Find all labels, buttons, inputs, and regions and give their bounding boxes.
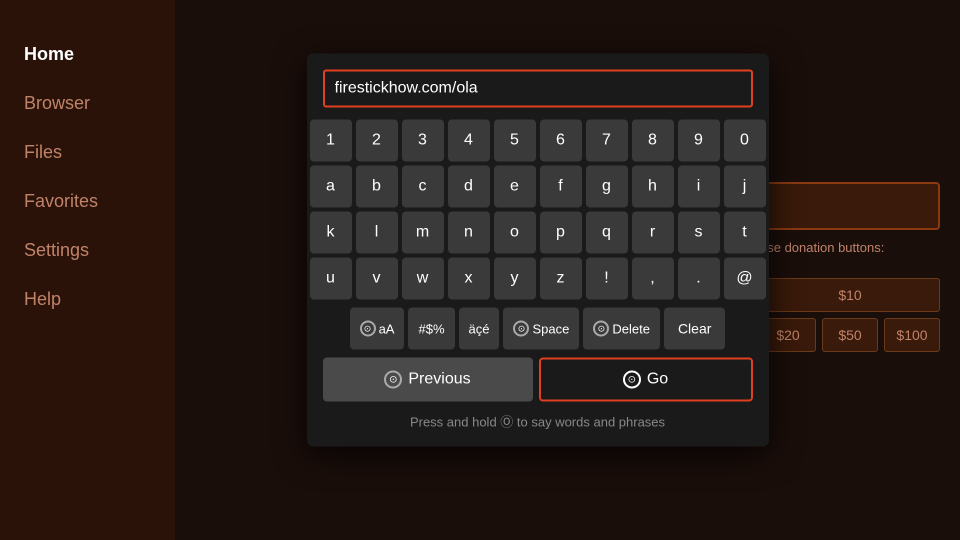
special-row: ⊙ aA #$% äçé ⊙ Space ⊙ Delete (323, 308, 753, 350)
key-e[interactable]: e (494, 166, 536, 208)
key-9[interactable]: 9 (678, 120, 720, 162)
key-7[interactable]: 7 (586, 120, 628, 162)
donation-text: ase donation buttons: ) (760, 240, 940, 270)
key-g[interactable]: g (586, 166, 628, 208)
right-input-box (760, 182, 940, 230)
hint-text: Press and hold Ⓞ to say words and phrase… (323, 412, 753, 431)
sidebar-item-home[interactable]: Home (0, 30, 175, 79)
right-panel: ase donation buttons: ) $10 $20 $50 $100 (740, 0, 960, 540)
key-comma[interactable]: , (632, 258, 674, 300)
sidebar: Home Browser Files Favorites Settings He… (0, 0, 175, 540)
delete-circle-icon: ⊙ (593, 321, 609, 337)
clear-button[interactable]: Clear (664, 308, 725, 350)
key-6[interactable]: 6 (540, 120, 582, 162)
caps-circle-icon: ⊙ (360, 321, 376, 337)
previous-circle-icon: ⊙ (384, 371, 402, 389)
sidebar-item-help[interactable]: Help (0, 275, 175, 324)
accents-button[interactable]: äçé (459, 308, 500, 350)
donation-row-2: $20 $50 $100 (760, 318, 940, 352)
key-3[interactable]: 3 (402, 120, 444, 162)
key-v[interactable]: v (356, 258, 398, 300)
key-a[interactable]: a (310, 166, 352, 208)
donation-row-1: $10 (760, 278, 940, 312)
key-y[interactable]: y (494, 258, 536, 300)
row-a-j: a b c d e f g h i j (323, 166, 753, 208)
key-at[interactable]: @ (724, 258, 766, 300)
key-2[interactable]: 2 (356, 120, 398, 162)
key-8[interactable]: 8 (632, 120, 674, 162)
key-0[interactable]: 0 (724, 120, 766, 162)
key-n[interactable]: n (448, 212, 490, 254)
symbols-button[interactable]: #$% (408, 308, 454, 350)
sidebar-item-browser[interactable]: Browser (0, 79, 175, 128)
key-exclaim[interactable]: ! (586, 258, 628, 300)
key-1[interactable]: 1 (310, 120, 352, 162)
previous-button[interactable]: ⊙ Previous (323, 358, 533, 402)
key-u[interactable]: u (310, 258, 352, 300)
sidebar-item-favorites[interactable]: Favorites (0, 177, 175, 226)
key-c[interactable]: c (402, 166, 444, 208)
key-l[interactable]: l (356, 212, 398, 254)
keyboard-overlay: 1 2 3 4 5 6 7 8 9 0 a b c d e f g h (307, 54, 769, 447)
key-s[interactable]: s (678, 212, 720, 254)
key-w[interactable]: w (402, 258, 444, 300)
url-input[interactable] (323, 70, 753, 108)
key-h[interactable]: h (632, 166, 674, 208)
action-row: ⊙ Previous ⊙ Go (323, 358, 753, 402)
key-k[interactable]: k (310, 212, 352, 254)
row-u-at: u v w x y z ! , . @ (323, 258, 753, 300)
key-d[interactable]: d (448, 166, 490, 208)
key-r[interactable]: r (632, 212, 674, 254)
main-content: ase donation buttons: ) $10 $20 $50 $100… (175, 0, 960, 540)
row-k-t: k l m n o p q r s t (323, 212, 753, 254)
key-o[interactable]: o (494, 212, 536, 254)
go-button[interactable]: ⊙ Go (539, 358, 753, 402)
space-button[interactable]: ⊙ Space (503, 308, 579, 350)
key-t[interactable]: t (724, 212, 766, 254)
key-i[interactable]: i (678, 166, 720, 208)
key-x[interactable]: x (448, 258, 490, 300)
key-j[interactable]: j (724, 166, 766, 208)
key-f[interactable]: f (540, 166, 582, 208)
url-input-container (323, 70, 753, 108)
key-period[interactable]: . (678, 258, 720, 300)
space-circle-icon: ⊙ (513, 321, 529, 337)
sidebar-item-files[interactable]: Files (0, 128, 175, 177)
key-p[interactable]: p (540, 212, 582, 254)
donation-50[interactable]: $50 (822, 318, 878, 352)
key-5[interactable]: 5 (494, 120, 536, 162)
keyboard: 1 2 3 4 5 6 7 8 9 0 a b c d e f g h (323, 120, 753, 350)
go-circle-icon: ⊙ (623, 371, 641, 389)
key-q[interactable]: q (586, 212, 628, 254)
key-z[interactable]: z (540, 258, 582, 300)
sidebar-item-settings[interactable]: Settings (0, 226, 175, 275)
donation-100[interactable]: $100 (884, 318, 940, 352)
caps-button[interactable]: ⊙ aA (350, 308, 405, 350)
key-b[interactable]: b (356, 166, 398, 208)
key-m[interactable]: m (402, 212, 444, 254)
donation-10[interactable]: $10 (760, 278, 940, 312)
number-row: 1 2 3 4 5 6 7 8 9 0 (323, 120, 753, 162)
delete-button[interactable]: ⊙ Delete (583, 308, 660, 350)
key-4[interactable]: 4 (448, 120, 490, 162)
